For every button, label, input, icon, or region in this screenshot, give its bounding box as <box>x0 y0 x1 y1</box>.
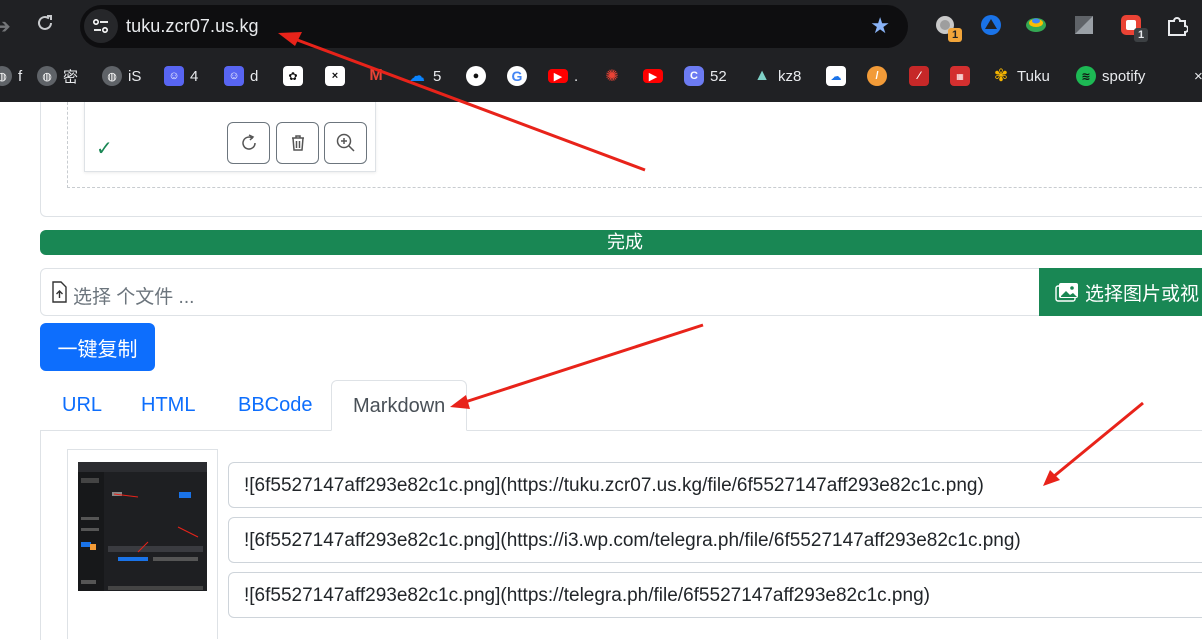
annotation-arrow <box>1043 401 1144 486</box>
annotation-arrows <box>278 32 1144 486</box>
annotation-arrow <box>450 323 704 409</box>
annotation-arrow <box>278 32 646 172</box>
